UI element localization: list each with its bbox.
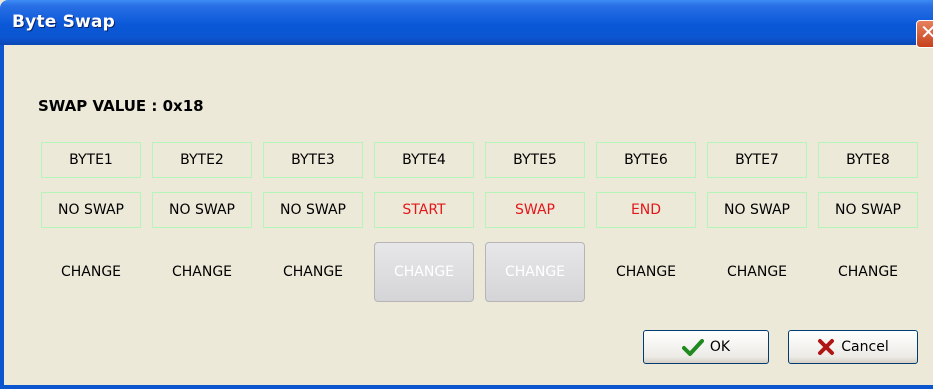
ok-button-label: OK	[709, 339, 731, 355]
byte-label-7: BYTE7	[707, 142, 807, 178]
window-frame-left	[0, 45, 4, 389]
byte-state-3: NO SWAP	[263, 192, 363, 228]
cancel-button[interactable]: Cancel	[788, 330, 918, 364]
change-button-4[interactable]: CHANGE	[374, 242, 474, 302]
byte-label-5: BYTE5	[485, 142, 585, 178]
window-frame-bottom	[0, 385, 933, 389]
close-button[interactable]: ✕	[916, 20, 933, 48]
cancel-button-label: Cancel	[841, 339, 889, 355]
byte-state-1: NO SWAP	[41, 192, 141, 228]
byte-label-2: BYTE2	[152, 142, 252, 178]
change-button-6[interactable]: CHANGE	[596, 242, 696, 302]
change-button-7[interactable]: CHANGE	[707, 242, 807, 302]
byte-state-8: NO SWAP	[818, 192, 918, 228]
checkmark-icon	[681, 339, 704, 356]
byte-label-4: BYTE4	[374, 142, 474, 178]
close-icon: ✕	[920, 20, 933, 44]
x-mark-icon	[818, 339, 835, 355]
change-button-1[interactable]: CHANGE	[41, 242, 141, 302]
byte-label-8: BYTE8	[818, 142, 918, 178]
byte-state-6: END	[596, 192, 696, 228]
change-button-2[interactable]: CHANGE	[152, 242, 252, 302]
change-button-3[interactable]: CHANGE	[263, 242, 363, 302]
change-button-8[interactable]: CHANGE	[818, 242, 918, 302]
byte-state-4: START	[374, 192, 474, 228]
byte-state-2: NO SWAP	[152, 192, 252, 228]
byte-label-1: BYTE1	[41, 142, 141, 178]
window-title: Byte Swap	[12, 12, 116, 32]
byte-swap-dialog: Byte Swap ✕ SWAP VALUE : 0x18 BYTE1 BYTE…	[0, 0, 933, 389]
byte-label-3: BYTE3	[263, 142, 363, 178]
byte-state-7: NO SWAP	[707, 192, 807, 228]
swap-value-label: SWAP VALUE : 0x18	[38, 97, 204, 115]
title-bar[interactable]: Byte Swap ✕	[0, 0, 933, 48]
byte-state-5: SWAP	[485, 192, 585, 228]
change-button-5[interactable]: CHANGE	[485, 242, 585, 302]
byte-label-6: BYTE6	[596, 142, 696, 178]
ok-button[interactable]: OK	[643, 330, 769, 364]
